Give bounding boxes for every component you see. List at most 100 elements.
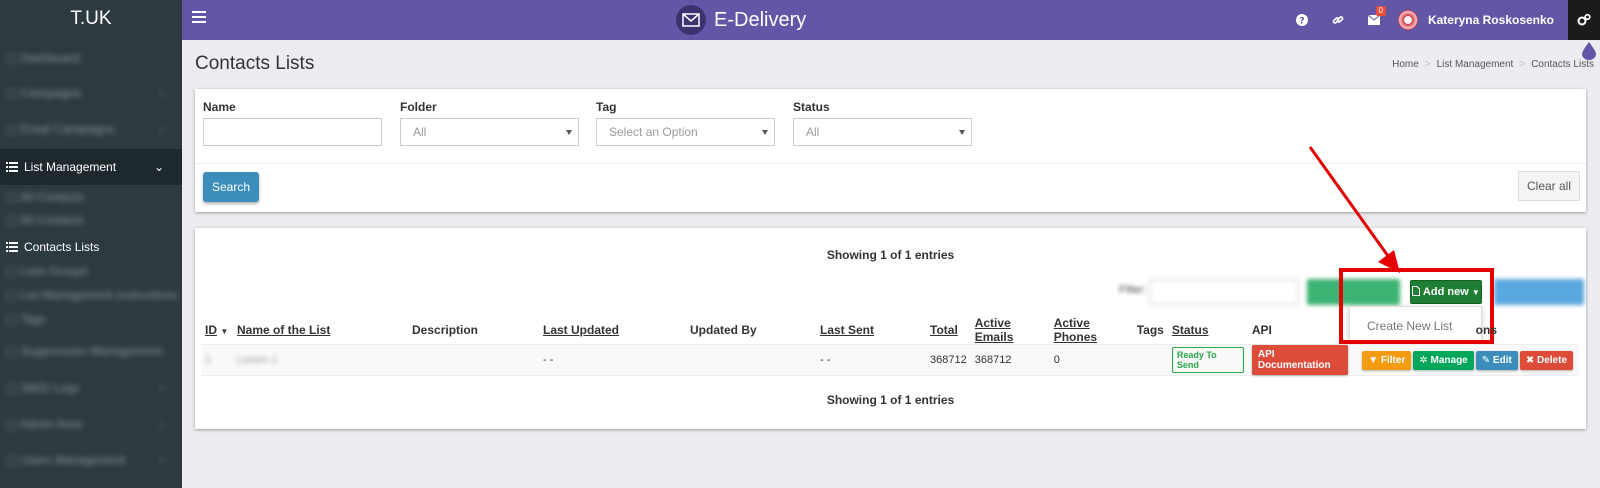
filter-panel: Name Folder All Tag Select an Option Sta… (195, 89, 1586, 212)
breadcrumb-list-management[interactable]: List Management (1437, 59, 1514, 70)
sort-down-icon: ▼ (220, 327, 229, 336)
sidebar-item-sms[interactable]: ▢ SMS/ Logs ‹ (0, 373, 182, 403)
sidebar-item-label: Contacts Lists (24, 240, 100, 254)
cell-api: API Documentation (1247, 344, 1354, 376)
col-tags: Tags (1132, 316, 1168, 345)
breadcrumb: Home > List Management > Contacts Lists (1392, 59, 1594, 70)
list-icon (6, 242, 18, 252)
name-input[interactable] (203, 118, 382, 146)
mail-icon[interactable]: 0 (1356, 0, 1392, 40)
contacts-lists-table: ID ▼ Name of the List Description Last U… (201, 316, 1579, 376)
filter-icon: ▼ (1368, 354, 1379, 366)
table-header-row: ID ▼ Name of the List Description Last U… (201, 316, 1579, 345)
col-total[interactable]: Total (926, 316, 971, 345)
menu-toggle-icon[interactable] (192, 11, 206, 25)
top-navbar: T.UK E-Delivery ? 0 Kateryna Roskosenko (0, 0, 1600, 40)
table-row: 1 Lorem 1 - - - - 368712 368712 0 Ready … (201, 344, 1579, 376)
toolbar-button-2[interactable] (1494, 279, 1584, 305)
col-last-sent[interactable]: Last Sent (816, 316, 926, 345)
status-select[interactable]: All (793, 118, 972, 146)
user-name: Kateryna Roskosenko (1427, 13, 1554, 27)
sidebar-item-list-management[interactable]: List Management ⌄ (0, 149, 182, 185)
col-last-updated[interactable]: Last Updated (539, 316, 686, 345)
divider (195, 163, 1586, 164)
table-filter-input[interactable] (1149, 279, 1299, 305)
folder-select[interactable]: All (400, 118, 579, 146)
user-menu[interactable]: Kateryna Roskosenko (1392, 0, 1568, 40)
close-icon: ✖ (1525, 354, 1535, 366)
sidebar-item-email-campaigns[interactable]: ▢ Email Campaigns ‹ (0, 114, 182, 144)
entries-count-top: Showing 1 of 1 entries (826, 248, 955, 262)
sidebar-item-sub-6[interactable]: ▢ Tags (0, 307, 182, 331)
col-active-emails[interactable]: Active Emails (970, 316, 1050, 345)
filter-button[interactable]: ▼ Filter (1362, 350, 1412, 370)
api-documentation-button[interactable]: API Documentation (1251, 345, 1348, 375)
chevron-down-icon: ⌄ (153, 160, 164, 174)
sidebar-item-campaigns[interactable]: ▢ Campaigns ‹ (0, 78, 182, 108)
cell-last-sent: - - (816, 344, 926, 376)
col-api: API (1247, 316, 1354, 345)
sidebar-item-sub-2[interactable]: ▢ All Contacts (0, 208, 182, 232)
avatar (1397, 10, 1418, 30)
settings-gears-icon[interactable] (1568, 0, 1600, 40)
envelope-icon (676, 5, 706, 35)
col-description: Description (408, 316, 539, 345)
cell-last-updated: - - (539, 344, 686, 376)
help-icon[interactable]: ? (1284, 0, 1320, 40)
search-button[interactable]: Search (203, 172, 259, 202)
caret-down-icon (566, 130, 572, 135)
app-logo: E-Delivery (676, 4, 806, 36)
drop-icon (1582, 42, 1596, 60)
col-actions: ons (1353, 316, 1579, 345)
sidebar-item-admin[interactable]: ▢ Admin Area ‹ (0, 409, 182, 439)
status-badge: Ready To Send (1171, 347, 1244, 373)
cell-name[interactable]: Lorem 1 (233, 344, 408, 376)
cell-active-emails: 368712 (970, 344, 1050, 376)
sidebar-item-dashboard[interactable]: ▢ Dashboard (0, 43, 182, 73)
list-icon (6, 162, 18, 172)
status-selected-value: All (806, 125, 820, 139)
sidebar: ▢ Dashboard ▢ Campaigns ‹ ▢ Email Campaig… (0, 40, 182, 488)
clear-all-button[interactable]: Clear all (1518, 171, 1580, 201)
notification-badge: 0 (1375, 6, 1386, 16)
edit-button[interactable]: ✎ Edit (1475, 350, 1518, 370)
cell-updated-by (686, 344, 816, 376)
tag-label: Tag (596, 100, 617, 114)
status-label: Status (793, 100, 830, 114)
folder-label: Folder (400, 100, 437, 114)
sidebar-item-sub-5[interactable]: ▢ List Management Instructions (0, 283, 182, 307)
col-status[interactable]: Status (1167, 316, 1248, 345)
manage-button[interactable]: ✲ Manage (1413, 350, 1474, 370)
cell-active-phones: 0 (1049, 344, 1133, 376)
sidebar-item-sub-4[interactable]: ▢ Lists Groups (0, 259, 182, 283)
col-id[interactable]: ID ▼ (201, 316, 233, 345)
link-icon[interactable] (1320, 0, 1356, 40)
cell-id: 1 (201, 344, 233, 376)
name-label: Name (203, 100, 236, 114)
col-updated-by: Updated By (686, 316, 816, 345)
sidebar-item-suppression[interactable]: ▢ Suppression Management ‹ (0, 336, 182, 366)
edit-icon: ✎ (1481, 354, 1491, 366)
col-name[interactable]: Name of the List (233, 316, 408, 345)
breadcrumb-current: Contacts Lists (1531, 59, 1594, 70)
sidebar-item-users[interactable]: ▢ Users Management ‹ (0, 445, 182, 475)
filter-label: Filter: (1119, 284, 1147, 296)
entries-count-bottom: Showing 1 of 1 entries (826, 393, 955, 407)
col-active-phones[interactable]: Active Phones (1049, 316, 1133, 345)
sidebar-item-sub-1[interactable]: ▢ All Contacts (0, 185, 182, 209)
cell-total: 368712 (926, 344, 971, 376)
brand-logo[interactable]: T.UK (0, 0, 182, 40)
cell-actions: ▼ Filter ✲ Manage ✎ Edit ✖ Delete (1353, 344, 1579, 376)
contacts-lists-panel: Showing 1 of 1 entries Filter: Add new ▼… (195, 228, 1586, 429)
breadcrumb-home[interactable]: Home (1392, 59, 1419, 70)
tag-placeholder: Select an Option (609, 125, 698, 139)
tag-select[interactable]: Select an Option (596, 118, 775, 146)
cell-status: Ready To Send (1167, 344, 1248, 376)
sidebar-item-contacts-lists[interactable]: Contacts Lists (0, 234, 182, 260)
delete-button[interactable]: ✖ Delete (1519, 350, 1573, 370)
svg-text:?: ? (1299, 17, 1304, 27)
top-actions: ? 0 Kateryna Roskosenko (1284, 0, 1600, 40)
gear-icon: ✲ (1419, 354, 1428, 366)
sidebar-item-label: List Management (24, 160, 117, 174)
caret-down-icon (959, 130, 965, 135)
